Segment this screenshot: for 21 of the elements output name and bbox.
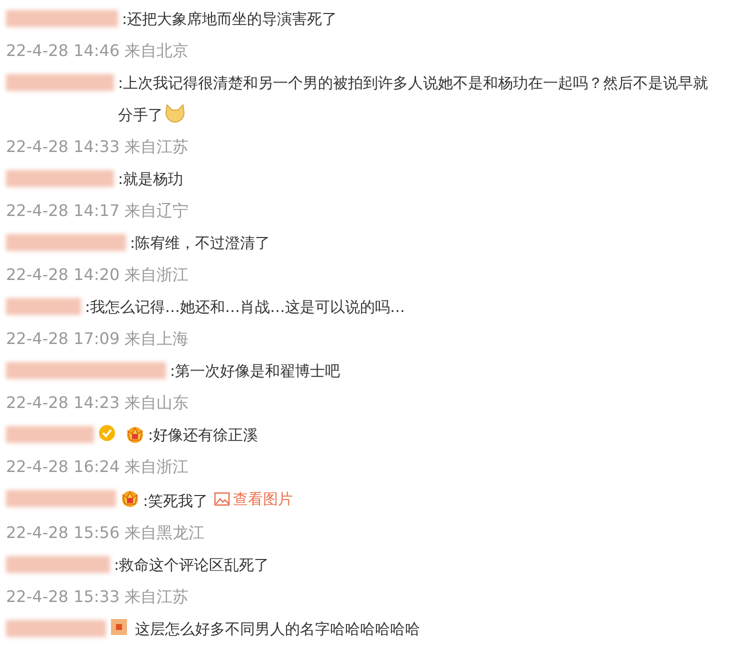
comment-text: :救命这个评论区乱死了 [114, 556, 270, 574]
comment-timestamp: 22-4-28 14:20 来自浙江 [6, 265, 189, 284]
comment-text: :笑死我了 [143, 492, 208, 510]
comment-text: :我怎么记得…她还和…肖战…这是可以说的吗… [85, 298, 406, 316]
comment-text: :陈宥维，不过澄清了 [130, 234, 270, 252]
comment-timestamp: 22-4-28 15:33 来自江苏 [6, 587, 189, 606]
comment-timestamp: 22-4-28 14:23 来自山东 [6, 393, 189, 412]
comment-text: :第一次好像是和翟博士吧 [170, 362, 340, 380]
image-icon [214, 492, 230, 506]
comment-text: :还把大象席地而坐的导演害死了 [122, 10, 338, 28]
comment-timestamp: 22-4-28 14:33 来自江苏 [6, 137, 189, 156]
comment-text: 这层怎么好多不同男人的名字哈哈哈哈哈哈 [135, 620, 420, 638]
comment-timestamp: 22-4-28 14:46 来自北京 [6, 41, 189, 60]
comment-timestamp: 22-4-28 16:24 来自浙江 [6, 457, 189, 476]
comment-text: :好像还有徐正溪 [148, 426, 258, 444]
comment-text: :就是杨玏 [118, 170, 184, 188]
comment-timestamp: 22-4-28 14:17 来自辽宁 [6, 201, 189, 220]
comment-timestamp: 22-4-28 17:09 来自上海 [6, 329, 189, 348]
comment-text: :上次我记得很清楚和另一个男的被拍到许多人说她不是和杨玏在一起吗？然后不是说早就分手了 [118, 74, 708, 124]
view-image-link[interactable]: 查看图片 [214, 483, 294, 515]
comment-timestamp: 22-4-28 15:56 来自黑龙江 [6, 523, 205, 542]
